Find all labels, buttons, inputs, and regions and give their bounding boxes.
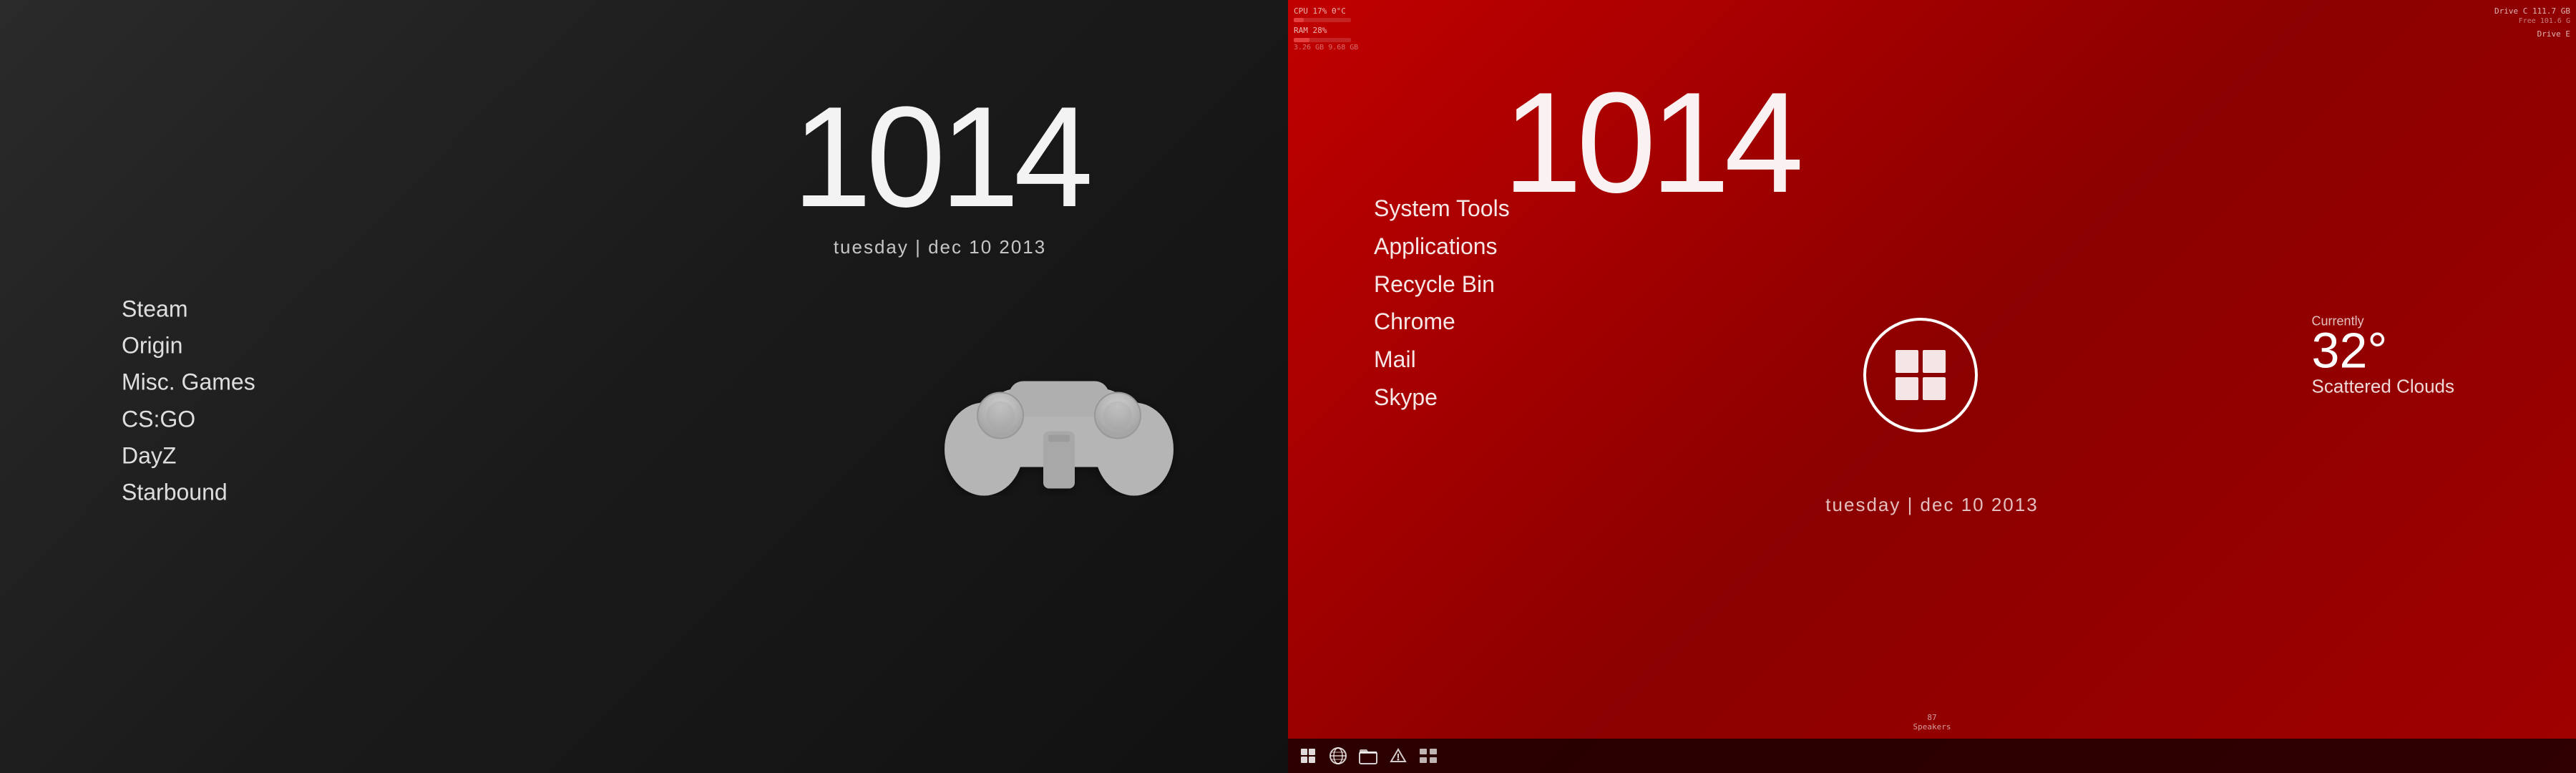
taskbar-start-button[interactable] xyxy=(1295,743,1321,769)
ram-bar xyxy=(1294,38,1358,42)
right-nav-item-mail[interactable]: Mail xyxy=(1374,341,1510,379)
weather-description: Scattered Clouds xyxy=(2312,375,2454,397)
left-nav-item-origin[interactable]: Origin xyxy=(122,328,255,364)
sysmon-right: Drive C 111.7 GB Free 101.6 G Drive E xyxy=(2494,6,2570,40)
weather-section: Currently 32° Scattered Clouds xyxy=(2312,313,2454,397)
windows-logo[interactable] xyxy=(1863,318,1978,432)
left-nav-item-steam[interactable]: Steam xyxy=(122,291,255,327)
right-nav-item-skype[interactable]: Skype xyxy=(1374,379,1510,417)
drive-c-free: Free 101.6 G xyxy=(2494,16,2570,26)
right-nav-item-system-tools[interactable]: System Tools xyxy=(1374,190,1510,228)
cpu-label: CPU 17% 0°C xyxy=(1294,6,1358,16)
left-nav-item-misc-games[interactable]: Misc. Games xyxy=(122,364,255,401)
drive-e-info: Drive E xyxy=(2494,29,2570,39)
taskbar xyxy=(1288,739,2576,773)
right-panel: CPU 17% 0°C RAM 28% 3.26 GB 9.68 GB Driv… xyxy=(1288,0,2576,773)
taskbar-arrow-button[interactable] xyxy=(1385,743,1411,769)
right-nav-item-recycle-bin[interactable]: Recycle Bin xyxy=(1374,266,1510,303)
right-clock-section: 1014 xyxy=(1503,72,1798,215)
right-date-section: tuesday | dec 10 2013 xyxy=(1825,487,2038,516)
steam-logo[interactable] xyxy=(937,339,1181,500)
taskbar-explorer-button[interactable] xyxy=(1355,743,1381,769)
left-nav-item-starbound[interactable]: Starbound xyxy=(122,474,255,510)
sysmon-left: CPU 17% 0°C RAM 28% 3.26 GB 9.68 GB xyxy=(1294,6,1358,53)
left-clock-time: 1014 xyxy=(792,86,1088,229)
left-panel: 1014 tuesday | dec 10 2013 SteamOriginMi… xyxy=(0,0,1288,773)
ram-sizes: 3.26 GB 9.68 GB xyxy=(1294,43,1358,53)
right-nav-item-applications[interactable]: Applications xyxy=(1374,228,1510,266)
left-clock-date: tuesday | dec 10 2013 xyxy=(792,236,1088,258)
left-nav: SteamOriginMisc. GamesCS:GODayZStarbound xyxy=(122,291,255,510)
left-clock-section: 1014 tuesday | dec 10 2013 xyxy=(792,86,1088,258)
right-nav-item-chrome[interactable]: Chrome xyxy=(1374,303,1510,341)
speaker-label: 87Speakers xyxy=(1913,713,1951,731)
taskbar-ie-button[interactable] xyxy=(1325,743,1351,769)
ram-label: RAM 28% xyxy=(1294,25,1358,36)
speaker-info: 87Speakers xyxy=(1913,713,1951,731)
left-nav-item-csgo[interactable]: CS:GO xyxy=(122,401,255,437)
weather-temperature: 32° xyxy=(2312,322,2388,378)
right-nav: System ToolsApplicationsRecycle BinChrom… xyxy=(1374,190,1510,417)
cpu-bar xyxy=(1294,18,1358,22)
right-clock-date: tuesday | dec 10 2013 xyxy=(1825,494,2038,516)
drive-c-info: Drive C 111.7 GB xyxy=(2494,6,2570,16)
right-clock-time: 1014 xyxy=(1503,72,1798,215)
left-nav-item-dayz[interactable]: DayZ xyxy=(122,437,255,474)
taskbar-tiles-button[interactable] xyxy=(1415,743,1441,769)
weather-currently-label: Currently xyxy=(2312,313,2454,329)
